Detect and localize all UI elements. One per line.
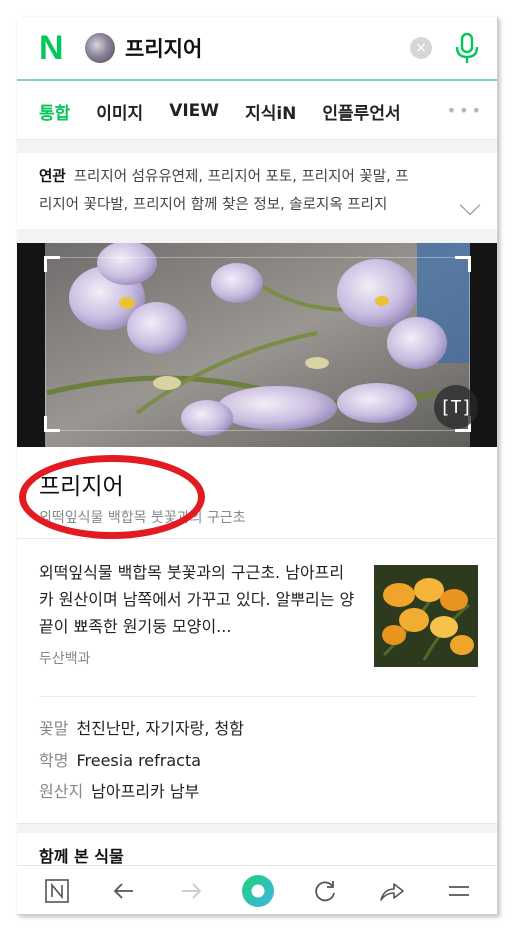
search-bar: N 프리지어 × [17,17,497,81]
forward-icon[interactable] [171,871,211,911]
home-n-icon[interactable] [37,871,77,911]
text-scan-icon[interactable]: [T] [434,385,478,429]
microphone-icon[interactable] [454,32,480,64]
related-searches: 연관 프리지어 섬유유연제, 프리지어 포토, 프리지어 꽃말, 프 리지어 꽃다… [17,153,497,229]
section-divider [17,229,497,243]
greendot-icon[interactable] [238,871,278,911]
search-image-thumbnail[interactable] [85,33,115,63]
tab-knowledge-in[interactable]: 지식iN [245,99,296,124]
plant-info: 꽃말 천진난만, 자기자랑, 청함 학명 Freesia refracta 원산지 남… [17,701,497,823]
related-line-1[interactable]: 프리지어 섬유유연제, 프리지어 포토, 프리지어 꽃말, 프 [74,169,409,185]
info-row-origin: 원산지 남아프리카 남부 [39,782,200,801]
seen-together-heading: 함께 본 식물 [39,847,124,866]
crop-handle-top-left[interactable] [44,256,60,272]
crop-frame[interactable] [44,256,471,432]
tab-images[interactable]: 이미지 [96,99,143,124]
tab-view[interactable]: VIEW [169,101,219,121]
refresh-icon[interactable] [305,871,345,911]
search-query[interactable]: 프리지어 [125,33,410,63]
share-icon[interactable] [372,871,412,911]
naver-logo[interactable]: N [39,31,71,65]
info-row-flower-language: 꽃말 천진난만, 자기자랑, 청함 [39,719,244,738]
description-text: 외떡잎식물 백합목 붓꽃과의 구근초. 남아프리카 원산이며 남쪽에서 가꾸고 … [39,563,355,636]
tab-influencer[interactable]: 인플루언서 [322,99,400,124]
section-divider [17,139,497,153]
lens-image[interactable]: [T] [17,243,497,447]
bottom-navigation [17,865,497,914]
encyclopedia-summary[interactable]: 외떡잎식물 백합목 붓꽃과의 구근초. 남아프리카 원산이며 남쪽에서 가꾸고 … [17,539,497,697]
crop-handle-top-right[interactable] [455,256,471,272]
section-divider [17,823,497,833]
related-heading: 연관 [39,169,66,185]
yellow-freesia-photo [374,565,478,667]
crop-handle-bottom-left[interactable] [44,416,60,432]
info-row-scientific-name: 학명 Freesia refracta [39,750,202,770]
more-tabs-icon[interactable]: ••• [447,101,484,120]
mobile-browser: N 프리지어 × 통합 이미지 VIEW 지식iN 인플루언서 ••• 연관 프리… [17,17,498,915]
related-line-2[interactable]: 리지어 꽃다발, 프리지어 함께 찾은 정보, 솔로지옥 프리지 [39,197,387,213]
menu-icon[interactable] [439,871,479,911]
tab-integrated[interactable]: 통합 [39,99,70,124]
clear-icon[interactable]: × [410,37,432,59]
section-divider [39,696,476,697]
search-tabs: 통합 이미지 VIEW 지식iN 인플루언서 ••• [17,83,497,139]
annotation-circle [19,455,205,539]
back-icon[interactable] [104,871,144,911]
freesia-thumbnail[interactable] [374,565,478,667]
